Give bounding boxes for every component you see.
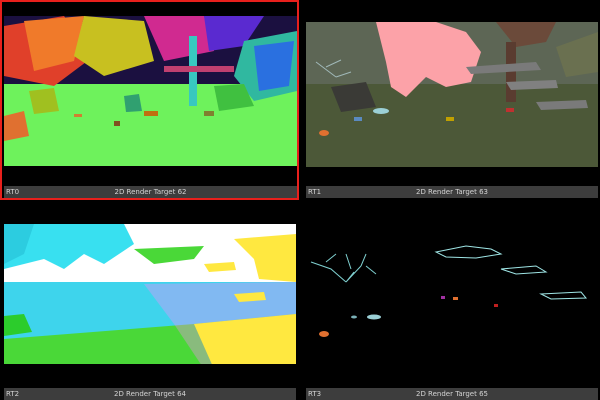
- render-target-title-0: 2D Render Target 62: [114, 188, 187, 196]
- render-target-preview-3[interactable]: [306, 224, 598, 369]
- render-target-caption-2: RT2 2D Render Target 64: [4, 388, 296, 400]
- render-target-title-3: 2D Render Target 65: [415, 390, 488, 398]
- render-target-title-2: 2D Render Target 64: [113, 390, 186, 398]
- render-target-preview-1[interactable]: [306, 22, 598, 167]
- render-target-caption-1: RT1 2D Render Target 63: [306, 186, 598, 198]
- render-target-title-1: 2D Render Target 63: [415, 188, 488, 196]
- render-target-preview-2[interactable]: [4, 224, 296, 369]
- render-target-panel-0[interactable]: RT0 2D Render Target 62: [0, 0, 299, 200]
- render-target-panel-2[interactable]: RT2 2D Render Target 64: [0, 202, 299, 400]
- render-target-preview-0[interactable]: [4, 16, 297, 171]
- render-target-caption-0: RT0 2D Render Target 62: [4, 186, 297, 198]
- render-target-panel-1[interactable]: RT1 2D Render Target 63: [302, 0, 600, 200]
- render-target-caption-3: RT3 2D Render Target 65: [306, 388, 598, 400]
- render-target-panel-3[interactable]: RT3 2D Render Target 65: [302, 202, 600, 400]
